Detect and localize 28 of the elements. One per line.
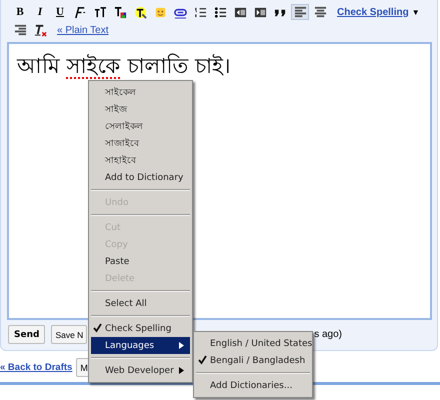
menu-item[interactable]: Add to Dictionary <box>91 169 190 186</box>
menu-item[interactable]: Select All <box>91 295 190 312</box>
menu-item[interactable]: Paste <box>91 253 190 270</box>
send-button[interactable]: Send <box>8 325 46 344</box>
align-left-icon[interactable] <box>291 4 309 20</box>
menu-item[interactable]: সাইকেল <box>91 84 190 101</box>
submenu-arrow-icon <box>179 367 184 374</box>
menu-item[interactable]: Check Spelling <box>91 320 190 337</box>
back-to-drafts-link[interactable]: « Back to Drafts <box>0 362 72 373</box>
message-text: আমি সাইকে চালাতি চাই। <box>17 54 232 78</box>
menu-item[interactable]: সাজাইবে <box>91 135 190 152</box>
check-spelling-link[interactable]: Check Spelling <box>337 6 409 18</box>
bold-button[interactable]: B <box>11 4 29 20</box>
submenu-item[interactable]: Languages <box>91 337 190 354</box>
menu-item[interactable]: সাইজ <box>91 101 190 118</box>
plain-text-link[interactable]: « Plain Text <box>57 24 109 36</box>
save-status: s ago) <box>314 329 342 340</box>
submenu-item[interactable]: Web Developer <box>91 362 190 379</box>
menu-item[interactable]: সেলাইকল <box>91 118 190 135</box>
menu-item[interactable]: Add Dictionaries... <box>196 377 310 394</box>
menu-item[interactable]: English / United States <box>196 335 310 352</box>
menu-item[interactable]: Bengali / Bangladesh <box>196 352 310 369</box>
menu-item[interactable]: সাহাইবে <box>91 152 190 169</box>
save-button[interactable]: Save N <box>51 325 88 344</box>
submenu-arrow-icon <box>179 342 184 349</box>
underline-button[interactable]: U <box>51 4 69 20</box>
italic-button[interactable]: I <box>31 4 49 20</box>
dropdown-caret-icon[interactable]: ▼ <box>412 8 420 16</box>
